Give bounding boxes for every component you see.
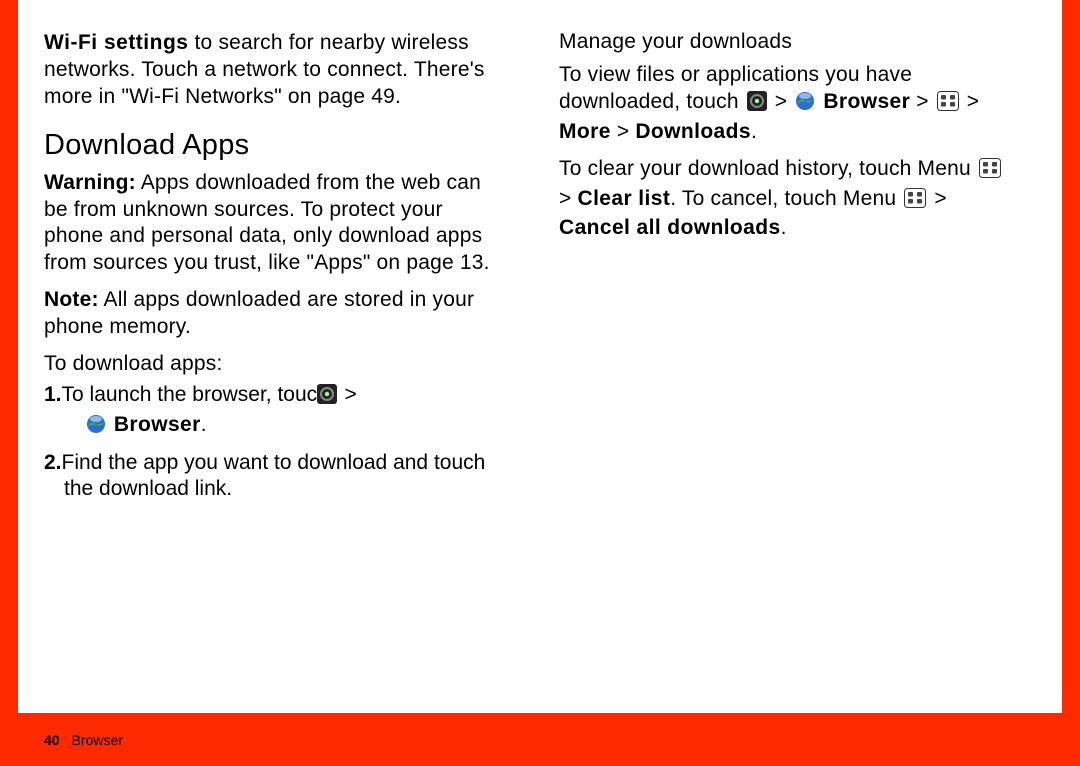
more-label: More <box>559 120 611 143</box>
menu-icon <box>904 188 926 216</box>
to-download-lead: To download apps: <box>44 351 503 378</box>
step-1: 1.To launch the browser, touch > Browser… <box>44 382 503 442</box>
clear-list-label: Clear list <box>578 187 671 210</box>
right-column: Manage your downloads To view files or a… <box>559 30 1018 693</box>
p2-gt2: > <box>928 187 947 210</box>
p1-gt1: > <box>769 90 794 113</box>
globe-icon <box>86 414 106 442</box>
steps-list: 1.To launch the browser, touch > Browser… <box>44 382 503 504</box>
p2-d: . To cancel, touch Menu <box>670 187 902 210</box>
wifi-settings-paragraph: Wi-Fi settings to search for nearby wire… <box>44 30 503 111</box>
warning-label: Warning: <box>44 171 136 194</box>
step-1-text-a: To launch the browser, touch <box>62 383 335 406</box>
cancel-all-label: Cancel all downloads <box>559 216 781 239</box>
page-footer: 40 Browser <box>18 713 1062 766</box>
browser-label: Browser <box>114 413 201 436</box>
p2-a: To clear your download history, touch Me… <box>559 157 977 180</box>
step-1-num: 1. <box>44 383 62 406</box>
manage-downloads-heading: Manage your downloads <box>559 30 1018 54</box>
footer-section: Browser <box>72 732 123 748</box>
p1-gt3: > <box>961 90 980 113</box>
wifi-settings-label: Wi-Fi settings <box>44 31 188 54</box>
menu-icon <box>937 91 959 119</box>
step-2-text: Find the app you want to download and to… <box>62 451 486 501</box>
menu-icon <box>979 158 1001 186</box>
globe-icon <box>795 91 815 119</box>
note-body: All apps downloaded are stored in your p… <box>44 288 474 338</box>
p1-gt2: > <box>910 90 935 113</box>
p1-gt4: > <box>611 120 636 143</box>
manage-p2: To clear your download history, touch Me… <box>559 156 1018 243</box>
step-1-period: . <box>201 413 207 436</box>
warning-paragraph: Warning: Apps downloaded from the web ca… <box>44 170 503 278</box>
note-label: Note: <box>44 288 99 311</box>
download-apps-heading: Download Apps <box>44 129 503 162</box>
p2-gt1: > <box>559 187 578 210</box>
page-number: 40 <box>44 732 60 748</box>
downloads-label: Downloads <box>635 120 751 143</box>
manage-p1: To view files or applications you have d… <box>559 62 1018 146</box>
step-2: 2.Find the app you want to download and … <box>44 450 503 504</box>
columns: Wi-Fi settings to search for nearby wire… <box>44 30 1018 693</box>
note-paragraph: Note: All apps downloaded are stored in … <box>44 287 503 341</box>
p1-period: . <box>751 120 757 143</box>
browser-label-2: Browser <box>823 90 910 113</box>
p2-period: . <box>781 216 787 239</box>
home-icon <box>747 91 767 119</box>
step-2-num: 2. <box>44 451 62 474</box>
step-1-gt: > <box>339 383 357 406</box>
manual-page: Wi-Fi settings to search for nearby wire… <box>18 0 1062 713</box>
left-column: Wi-Fi settings to search for nearby wire… <box>44 30 503 693</box>
